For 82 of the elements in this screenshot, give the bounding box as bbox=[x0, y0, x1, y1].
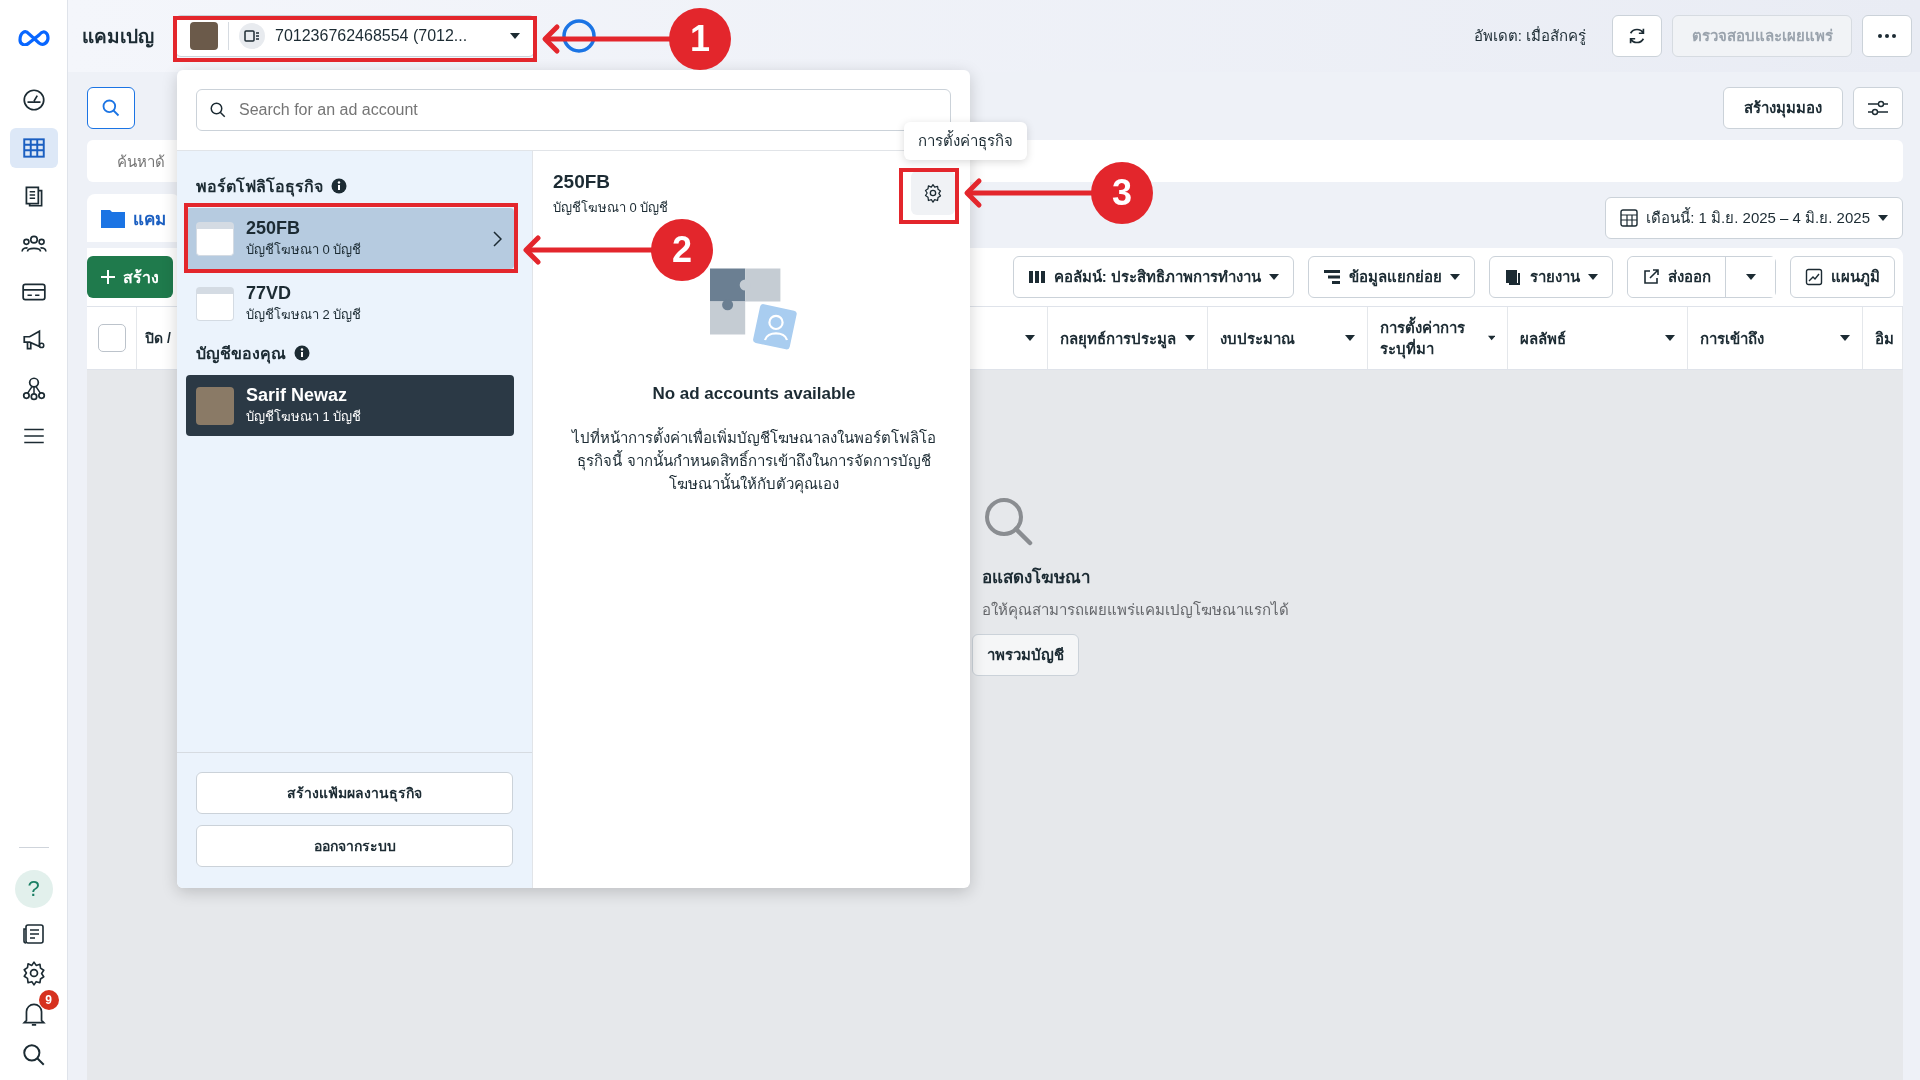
caret-icon bbox=[1185, 335, 1195, 341]
nav-item[interactable] bbox=[9, 128, 58, 168]
caret-icon bbox=[1487, 335, 1495, 341]
tab[interactable]: แคม bbox=[87, 194, 180, 242]
column-header[interactable]: ปิด / bbox=[145, 327, 171, 349]
refresh-button[interactable] bbox=[1612, 15, 1662, 57]
more-icon bbox=[1878, 34, 1896, 38]
calendar-icon bbox=[1620, 209, 1639, 227]
create-button[interactable]: สร้าง bbox=[87, 256, 173, 298]
search-icon[interactable] bbox=[20, 1042, 47, 1068]
column-header[interactable]: การเข้าถึง bbox=[1700, 327, 1764, 349]
highlight-frame bbox=[899, 168, 959, 224]
caret-icon bbox=[510, 33, 520, 39]
briefcase-icon bbox=[196, 221, 234, 256]
portfolio-item[interactable]: 250FB บัญชีโฆษณา 0 บัญชี bbox=[186, 208, 514, 269]
footer-button[interactable]: ออกจากระบบ bbox=[196, 825, 513, 867]
column-header[interactable]: งบประมาณ bbox=[1220, 327, 1295, 349]
avatar-placeholder bbox=[196, 386, 234, 425]
caret-icon bbox=[1840, 335, 1850, 341]
filter-button[interactable] bbox=[1853, 86, 1903, 129]
caret-icon bbox=[1745, 274, 1756, 280]
info-icon bbox=[294, 345, 310, 361]
column-header[interactable]: กลยุทธ์การประมูล bbox=[1060, 327, 1176, 349]
info-icon bbox=[331, 178, 347, 194]
tooltip: การตั้งค่าธุรกิจ bbox=[904, 122, 1027, 160]
settings-button[interactable] bbox=[911, 171, 955, 215]
toolbar-button[interactable]: ข้อมูลแยกย่อย bbox=[1308, 256, 1475, 298]
chart-icon bbox=[1805, 268, 1823, 286]
breakdown-icon bbox=[1323, 269, 1341, 285]
export-icon bbox=[1642, 268, 1660, 286]
progress-ring-icon bbox=[561, 18, 597, 54]
select-all-checkbox[interactable] bbox=[97, 324, 126, 352]
caret-icon bbox=[1878, 215, 1888, 221]
column-header[interactable]: ผลลัพธ์ bbox=[1520, 327, 1566, 349]
settings-icon[interactable] bbox=[20, 960, 47, 986]
empty-title: อแสดงโฆษณา bbox=[982, 566, 1092, 589]
caret-icon bbox=[1588, 274, 1598, 280]
caret-icon bbox=[1269, 274, 1279, 280]
search-icon bbox=[209, 101, 227, 119]
portfolio-subtitle: บัญชีโฆษณา 0 บัญชี bbox=[553, 199, 669, 217]
caret-icon bbox=[1450, 274, 1460, 280]
create-view-button[interactable]: สร้างมุมมอง bbox=[1723, 86, 1843, 129]
date-range-button[interactable]: เดือนนี้: 1 มิ.ย. 2025 – 4 มิ.ย. 2025 bbox=[1605, 197, 1903, 239]
network-icon bbox=[20, 375, 47, 401]
column-header[interactable]: การตั้งค่าการระบุที่มา bbox=[1380, 317, 1482, 359]
page-title: แคมเปญ bbox=[82, 25, 155, 50]
settings-icon bbox=[923, 183, 943, 203]
help-button[interactable]: ? bbox=[14, 870, 53, 908]
update-status: อัพเดต: เมื่อสักครู่ bbox=[1473, 25, 1586, 47]
account-selector[interactable]: 701236762468554 (7012... bbox=[175, 15, 535, 57]
search-field[interactable]: Search for an ad account bbox=[196, 89, 951, 131]
sliders-icon bbox=[1867, 98, 1889, 117]
caret-icon bbox=[1345, 335, 1355, 341]
toolbar-button[interactable]: รายงาน bbox=[1489, 256, 1613, 298]
caret-icon bbox=[1025, 335, 1035, 341]
section-heading: บัญชีของคุณ bbox=[196, 343, 286, 366]
toolbar-button[interactable]: แผนภูมิ bbox=[1790, 256, 1895, 298]
news-icon[interactable] bbox=[21, 922, 46, 946]
megaphone-icon bbox=[20, 327, 47, 353]
table-icon bbox=[20, 135, 47, 161]
briefcase-icon bbox=[196, 286, 234, 321]
reports-icon bbox=[1504, 268, 1522, 286]
plus-icon bbox=[101, 270, 115, 284]
portfolio-item[interactable]: 77VD บัญชีโฆษณา 2 บัญชี bbox=[186, 273, 514, 334]
gauge-icon bbox=[20, 87, 47, 113]
notification-badge: 9 bbox=[38, 990, 59, 1010]
chevron-icon bbox=[493, 230, 502, 247]
empty-title: No ad accounts available bbox=[652, 384, 856, 404]
search-icon bbox=[101, 97, 121, 118]
toolbar-button[interactable]: คอลัมน์: ประสิทธิภาพการทำงาน bbox=[1012, 256, 1294, 298]
column-header[interactable]: อิม bbox=[1875, 327, 1894, 349]
footer-button[interactable]: สร้างแฟ้มผลงานธุรกิจ bbox=[196, 772, 513, 814]
empty-subtitle: อให้คุณสามารถเผยแพร่แคมเปญโฆษณาแรกได้ bbox=[982, 600, 1290, 622]
folder-icon bbox=[101, 208, 125, 228]
account-overview-button[interactable]: าพรวมบัญชี bbox=[972, 634, 1079, 676]
caret-icon bbox=[1665, 335, 1675, 341]
columns-icon bbox=[1027, 269, 1046, 285]
empty-description: ไปที่หน้าการตั้งค่าเพื่อเพิ่มบัญชีโฆษณาลงในพอร์ตโฟลิโอธุรกิจนี้ จากนั้นกำหนดสิทธิ์การเข้าถึงในการจัดการบัญชีโฆษณานั้นให้กับตัวคุณเอง bbox=[570, 426, 937, 495]
avatar-placeholder bbox=[190, 22, 218, 50]
search-button[interactable] bbox=[87, 86, 135, 129]
account-icon bbox=[244, 29, 260, 43]
account-item[interactable]: Sarif Newaz บัญชีโฆษณา 1 บัญชี bbox=[186, 375, 514, 436]
